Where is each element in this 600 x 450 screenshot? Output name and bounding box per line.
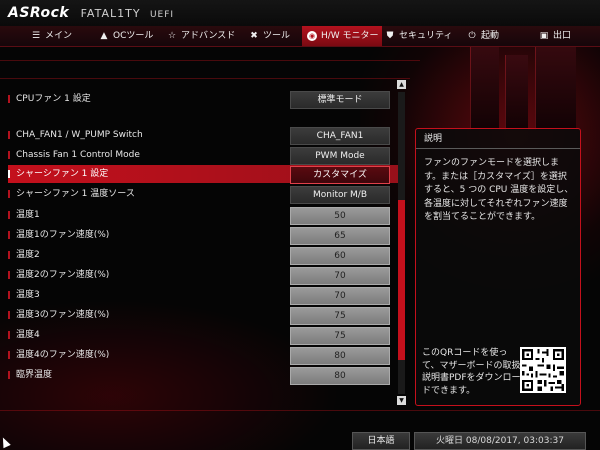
setting-row[interactable]: 温度2のファン速度(%) 70 [8,266,398,285]
setting-value-input[interactable]: 65 [290,227,390,245]
description-text: ファンのファンモードを選択します。または［カスタマイズ］を選択すると、5 つの … [424,158,574,222]
tab-main[interactable]: ☰ メイン [30,26,92,46]
qr-code-icon [520,347,566,393]
wrench-icon: ✖ [250,31,258,41]
row-marker [8,95,10,103]
row-marker [8,291,10,299]
top-header: ASRock FATAL1TY UEFI [0,0,600,27]
qr-description-text: このQRコードを使って、マザーボードの取扱説明書PDFをダウンロードできます。 [422,348,521,396]
setting-label: 温度1 [16,210,40,220]
tab-exit[interactable]: ▣ 出口 [538,26,588,46]
row-marker [8,211,10,219]
tab-tools-label: ツール [263,31,291,41]
brand-product: FATAL1TY [80,7,141,20]
star-icon: ☆ [167,31,177,41]
setting-row[interactable]: 温度4のファン速度(%) 80 [8,346,398,365]
row-marker [8,190,10,198]
setting-row[interactable]: 温度1 50 [8,206,398,225]
main-menu-bar: ☰ メイン ▲ OCツール ☆ アドバンスド ✖ ツール ◉ H/W モニター ⛊ セキュリ… [0,26,600,47]
setting-value-button[interactable]: カスタマイズ [290,166,390,184]
setting-label: シャーシファン 1 温度ソース [16,189,135,199]
setting-row[interactable]: シャーシファン 1 温度ソース Monitor M/B [8,185,398,204]
tab-security-label: セキュリティ [399,31,453,41]
setting-label: 臨界温度 [16,370,53,380]
scroll-down-arrow-icon[interactable]: ▼ [397,396,406,405]
setting-value-input[interactable]: 80 [290,347,390,365]
datetime-display: 火曜日 08/08/2017, 03:03:37 [414,432,586,450]
setting-value-button[interactable]: PWM Mode [290,147,390,165]
setting-row[interactable]: 温度2 60 [8,246,398,265]
setting-label: 温度4のファン速度(%) [16,350,110,360]
setting-row[interactable]: 温度3 70 [8,286,398,305]
row-marker [8,231,10,239]
tab-boot[interactable]: ⏻ 起動 [466,26,512,46]
tab-tools[interactable]: ✖ ツール [248,26,302,46]
hw-monitor-icon: ◉ [307,31,317,41]
setting-value-input[interactable]: 80 [290,367,390,385]
shield-icon: ⛊ [386,31,394,41]
tab-security[interactable]: ⛊ セキュリティ [384,26,460,46]
row-marker [8,131,10,139]
tab-hw-monitor[interactable]: ◉ H/W モニター [302,26,382,46]
setting-row[interactable]: 温度1のファン速度(%) 65 [8,226,398,245]
tab-advanced-label: アドバンスド [181,31,236,41]
row-marker [8,271,10,279]
setting-row[interactable]: CPUファン 1 設定 標準モード [8,90,398,109]
tab-oc-tools[interactable]: ▲ OCツール [98,26,162,46]
brand-name: ASRock [8,5,70,21]
setting-row[interactable]: 臨界温度 80 [8,366,398,385]
language-button[interactable]: 日本語 [352,432,410,450]
setting-row-selected[interactable]: シャーシファン 1 設定 カスタマイズ [8,165,398,184]
brand-logo: ASRock FATAL1TY UEFI [8,5,174,21]
tab-boot-label: 起動 [481,31,500,41]
row-marker [8,170,10,178]
tab-main-label: メイン [45,31,73,41]
setting-value-input[interactable]: 50 [290,207,390,225]
list-icon: ☰ [31,31,41,41]
setting-value-input[interactable]: 75 [290,307,390,325]
setting-row[interactable]: Chassis Fan 1 Control Mode PWM Mode [8,146,398,165]
setting-label: シャーシファン 1 設定 [16,169,109,179]
tab-advanced[interactable]: ☆ アドバンスド [166,26,244,46]
setting-label: 温度2 [16,250,40,260]
tab-oc-tools-label: OCツール [113,31,154,41]
row-marker [8,371,10,379]
setting-value-button[interactable]: 標準モード [290,91,390,109]
setting-label: 温度2のファン速度(%) [16,270,110,280]
row-marker [8,351,10,359]
setting-row[interactable]: 温度4 75 [8,326,398,345]
description-title: 説明 [416,129,580,149]
setting-label: CPUファン 1 設定 [16,94,91,104]
setting-value-input[interactable]: 70 [290,267,390,285]
setting-row[interactable]: CHA_FAN1 / W_PUMP Switch CHA_FAN1 [8,126,398,145]
setting-value-button[interactable]: Monitor M/B [290,186,390,204]
scroll-up-arrow-icon[interactable]: ▲ [397,80,406,89]
setting-value-button[interactable]: CHA_FAN1 [290,127,390,145]
tab-hw-monitor-label: H/W モニター [321,31,379,41]
row-marker [8,251,10,259]
power-icon: ⏻ [468,31,476,41]
row-marker [8,311,10,319]
setting-value-input[interactable]: 75 [290,327,390,345]
setting-label: 温度3 [16,290,40,300]
scrollbar-thumb[interactable] [398,200,405,360]
setting-row[interactable]: 温度3のファン速度(%) 75 [8,306,398,325]
setting-value-input[interactable]: 70 [290,287,390,305]
setting-label: 温度1のファン速度(%) [16,230,110,240]
description-panel: 説明 ファンのファンモードを選択します。または［カスタマイズ］を選択すると、5 … [415,128,581,406]
brand-suffix: UEFI [149,10,175,20]
exit-icon: ▣ [539,31,549,41]
row-marker [8,151,10,159]
setting-label: 温度4 [16,330,40,340]
setting-label: 温度3のファン速度(%) [16,310,110,320]
setting-label: CHA_FAN1 / W_PUMP Switch [16,130,143,140]
setting-label: Chassis Fan 1 Control Mode [16,150,140,160]
flame-icon: ▲ [100,31,108,41]
tab-exit-label: 出口 [553,31,572,41]
row-marker [8,331,10,339]
setting-value-input[interactable]: 60 [290,247,390,265]
